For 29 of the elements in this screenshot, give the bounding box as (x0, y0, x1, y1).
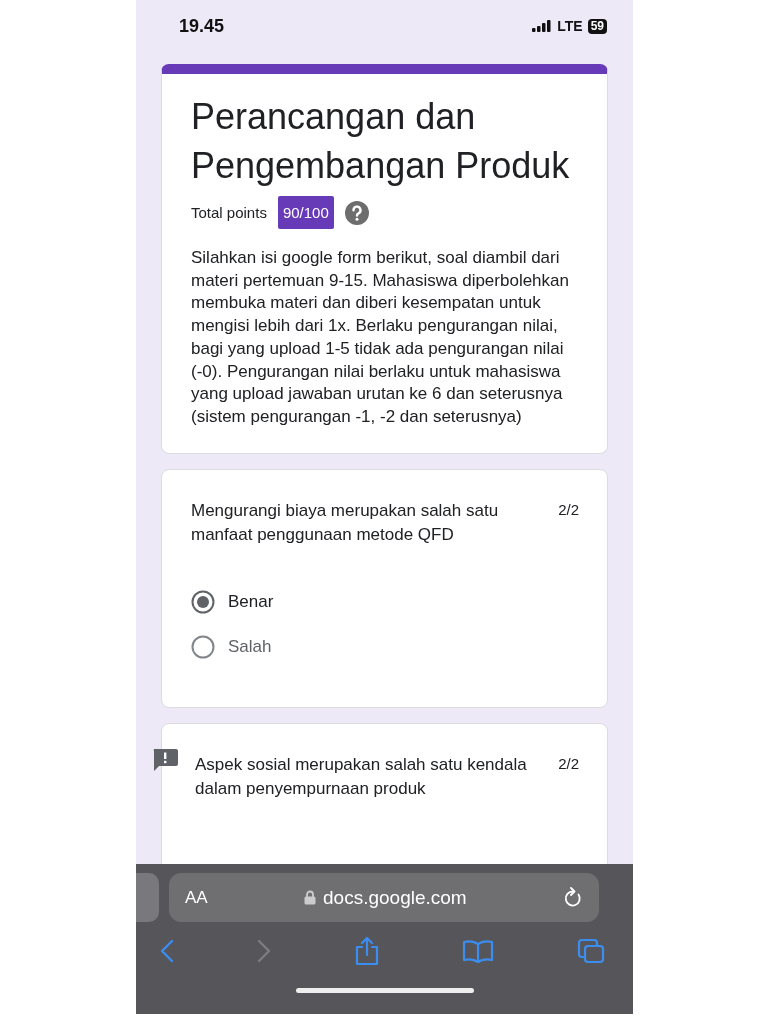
feedback-icon[interactable] (152, 748, 178, 771)
share-icon[interactable] (353, 936, 380, 966)
bookmarks-icon[interactable] (462, 939, 495, 963)
url-text: docs.google.com (323, 886, 467, 909)
back-icon[interactable] (160, 939, 174, 963)
question-text: Mengurangi biaya merupakan salah satu manfaat penggunaan metode QFD (191, 499, 500, 546)
reload-icon[interactable] (563, 886, 583, 909)
lock-icon (304, 890, 316, 905)
question-points: 2/2 (558, 499, 579, 520)
form-title: Perancangan dan Pengembangan Produk (191, 95, 571, 188)
question-text: Aspek sosial merupakan salah satu kendala dalam penyempurnaan produk (195, 753, 528, 800)
option-label: Salah (228, 636, 272, 657)
forward-icon[interactable] (256, 939, 271, 963)
help-icon[interactable] (344, 200, 369, 225)
previous-tab[interactable] (136, 873, 159, 922)
form-description: Silahkan isi google form berikut, soal diambil dari materi pertemuan 9-15. Mahasiswa diperbolehkan membuka materi dan diberi kesempatan untuk mengisi lebih dari 1x. Berlaku pengurangan nilai, bagi yang upload 1-5 tidak ada pengurangan nilai (-0). Pengurangan nilai berlaku untuk mahasiswa yang upload jawaban urutan ke 6 dan seterusnya (sistem pengurangan -1, -2 dan seterusnya) (191, 247, 570, 428)
battery-level: 59 (587, 18, 607, 34)
status-time: 19.45 (179, 15, 225, 37)
option-label: Benar (228, 591, 274, 612)
address-bar[interactable]: AA docs.google.com (169, 873, 599, 922)
question-points: 2/2 (558, 753, 579, 774)
radio-button[interactable] (191, 634, 215, 659)
network-label: LTE (557, 18, 583, 34)
score-badge: 90/100 (277, 196, 334, 229)
text-size-button[interactable]: AA (185, 887, 208, 908)
total-points-label: Total points (191, 204, 267, 221)
tabs-icon[interactable] (577, 938, 605, 964)
radio-button[interactable] (191, 589, 215, 614)
signal-icon (532, 20, 553, 32)
